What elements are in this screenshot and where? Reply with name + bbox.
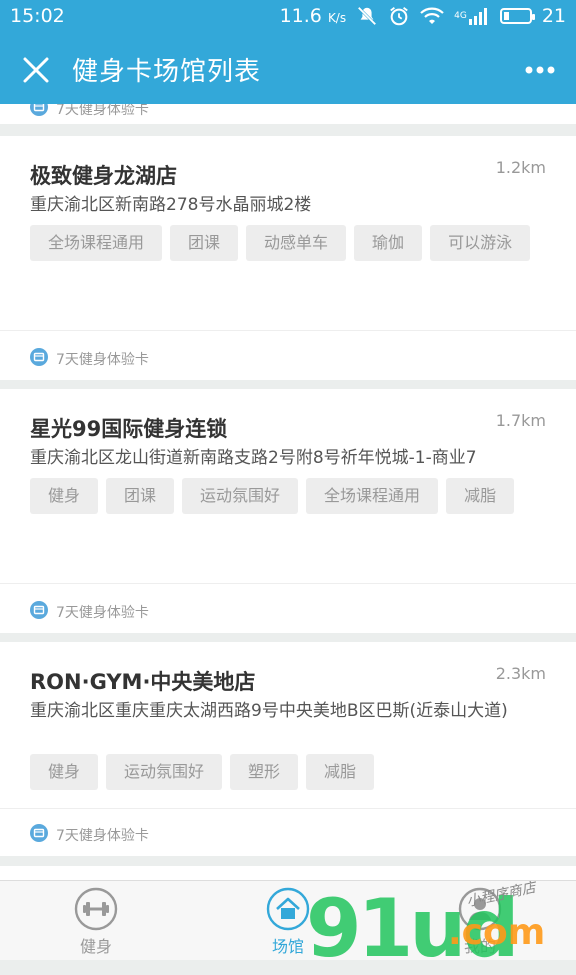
card-icon [30, 824, 48, 846]
home-icon [266, 887, 310, 931]
mute-icon [356, 5, 378, 27]
venue-tag: 全场课程通用 [306, 478, 439, 514]
more-icon[interactable] [524, 58, 556, 82]
venue-tag: 团课 [170, 225, 239, 261]
venue-tag: 动感单车 [246, 225, 347, 261]
network-speed: 11.6 K/s [279, 5, 347, 27]
status-bar: 15:02 11.6 K/s 4G 21 [0, 0, 576, 34]
venue-card-partial[interactable] [0, 866, 576, 880]
status-time: 15:02 [10, 5, 65, 27]
venue-tag: 运动氛围好 [106, 754, 223, 790]
venue-distance: 1.7km [495, 411, 546, 430]
trial-card-label[interactable]: 7天健身体验卡 [30, 824, 149, 846]
venue-tag: 全场课程通用 [30, 225, 163, 261]
venue-card[interactable]: RON·GYM·中央美地店 2.3km 重庆渝北区重庆重庆太湖西路9号中央美地B… [0, 642, 576, 856]
page-title: 健身卡场馆列表 [72, 57, 262, 87]
divider [0, 583, 576, 584]
card-icon [30, 348, 48, 370]
dumbbell-icon [74, 887, 118, 931]
venue-tag: 减脂 [446, 478, 515, 514]
venue-tag: 运动氛围好 [182, 478, 299, 514]
watermark-suffix: .com [448, 912, 546, 953]
trial-card-label: 7天健身体验卡 [30, 104, 149, 120]
venue-tag: 塑形 [230, 754, 299, 790]
venue-card[interactable]: 极致健身龙湖店 1.2km 重庆渝北区新南路278号水晶丽城2楼 全场课程通用 … [0, 136, 576, 380]
card-icon [30, 104, 48, 120]
app-bar: 健身卡场馆列表 [0, 34, 576, 104]
venue-tags: 健身 团课 运动氛围好 全场课程通用 减脂 [30, 478, 560, 514]
tab-label: 健身 [79, 937, 112, 956]
card-icon [30, 601, 48, 623]
venue-distance: 1.2km [495, 158, 546, 177]
venue-distance: 2.3km [495, 664, 546, 683]
battery-percent: 21 [541, 5, 566, 27]
venue-tag: 瑜伽 [354, 225, 423, 261]
divider [0, 330, 576, 331]
venue-tag: 健身 [30, 478, 99, 514]
venue-tag: 可以游泳 [430, 225, 531, 261]
venue-address: 重庆渝北区新南路278号水晶丽城2楼 [30, 195, 312, 215]
trial-card-label[interactable]: 7天健身体验卡 [30, 601, 149, 623]
venue-card-partial[interactable]: 7天健身体验卡 [0, 104, 576, 124]
wifi-icon [420, 6, 444, 26]
venue-card[interactable]: 星光99国际健身连锁 1.7km 重庆渝北区龙山街道新南路支路2号附8号祈年悦城… [0, 389, 576, 633]
venue-list[interactable]: 7天健身体验卡 极致健身龙湖店 1.2km 重庆渝北区新南路278号水晶丽城2楼… [0, 104, 576, 880]
tab-fitness[interactable]: 健身 [36, 881, 156, 961]
venue-tag: 团课 [106, 478, 175, 514]
battery-icon [499, 8, 535, 24]
venue-tag: 健身 [30, 754, 99, 790]
venue-name: RON·GYM·中央美地店 [30, 670, 256, 694]
venue-address: 重庆渝北区重庆重庆太湖西路9号中央美地B区巴斯(近泰山大道) [30, 701, 508, 721]
venue-address: 重庆渝北区龙山街道新南路支路2号附8号祈年悦城-1-商业7 [30, 448, 477, 468]
venue-name: 极致健身龙湖店 [30, 164, 177, 188]
trial-card-label[interactable]: 7天健身体验卡 [30, 348, 149, 370]
venue-tag: 减脂 [306, 754, 375, 790]
signal-icon: 4G [454, 7, 490, 25]
venue-tags: 健身 运动氛围好 塑形 减脂 [30, 754, 560, 790]
alarm-icon [388, 5, 410, 27]
divider [0, 808, 576, 809]
venue-name: 星光99国际健身连锁 [30, 417, 228, 441]
close-icon[interactable] [20, 54, 52, 86]
venue-tags: 全场课程通用 团课 动感单车 瑜伽 可以游泳 [30, 225, 560, 261]
